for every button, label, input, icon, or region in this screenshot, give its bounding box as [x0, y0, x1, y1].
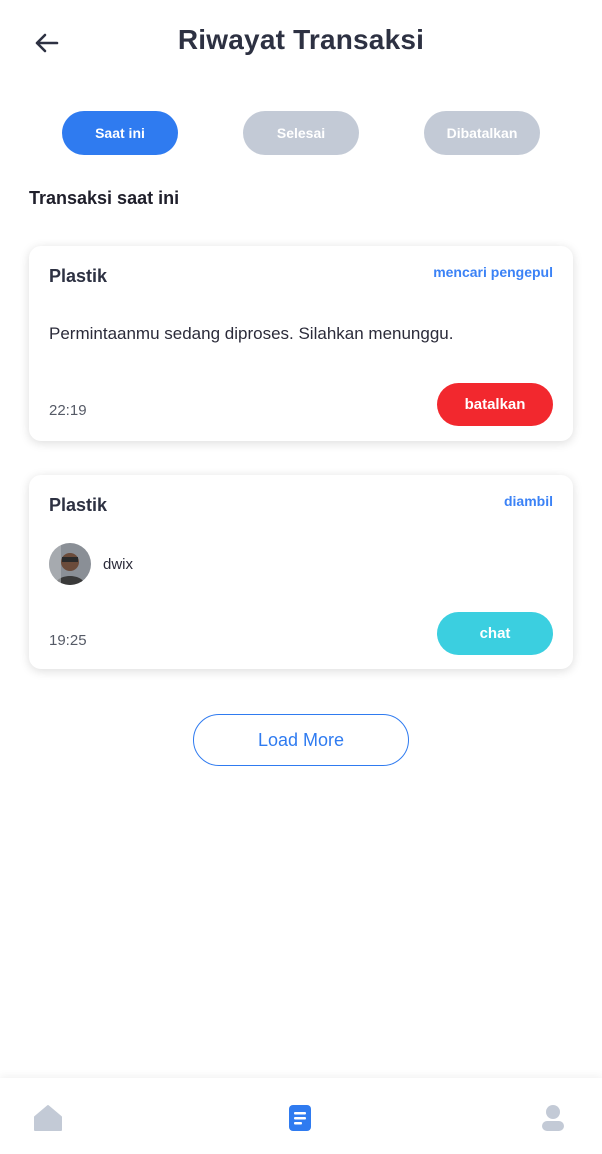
nav-home[interactable]: [28, 1100, 68, 1136]
transaction-category: Plastik: [49, 266, 108, 286]
status-tabs: Saat ini Selesai Dibatalkan: [0, 111, 602, 155]
transaction-card: Plastik mencari pengepul Permintaanmu se…: [29, 246, 573, 441]
nav-profile[interactable]: [533, 1100, 573, 1136]
transaction-time: 22:19: [49, 402, 87, 419]
collector-avatar: [49, 543, 91, 585]
transaction-card: Plastik diambil dwix 19:25 chat: [29, 475, 573, 669]
tab-dibatalkan[interactable]: Dibatalkan: [424, 111, 540, 155]
bottom-navigation: [0, 1078, 602, 1154]
nav-history[interactable]: [280, 1100, 320, 1136]
document-icon: [289, 1105, 311, 1131]
transaction-category: Plastik: [49, 495, 108, 515]
page-title: Riwayat Transaksi: [177, 24, 425, 55]
tab-selesai[interactable]: Selesai: [243, 111, 359, 155]
tab-saat-ini[interactable]: Saat ini: [62, 111, 178, 155]
collector-name: dwix: [103, 556, 134, 573]
transaction-message: Permintaanmu sedang diproses. Silahkan m…: [49, 324, 454, 343]
section-title: Transaksi saat ini: [29, 188, 180, 208]
home-icon: [34, 1105, 62, 1131]
chat-button[interactable]: chat: [437, 612, 553, 655]
cancel-button[interactable]: batalkan: [437, 383, 553, 426]
transaction-time: 19:25: [49, 632, 87, 649]
app-header: Riwayat Transaksi: [0, 0, 602, 86]
transaction-status: mencari pengepul: [433, 264, 553, 280]
user-icon: [542, 1105, 564, 1131]
transaction-status: diambil: [503, 493, 553, 509]
load-more-button[interactable]: Load More: [193, 714, 409, 766]
